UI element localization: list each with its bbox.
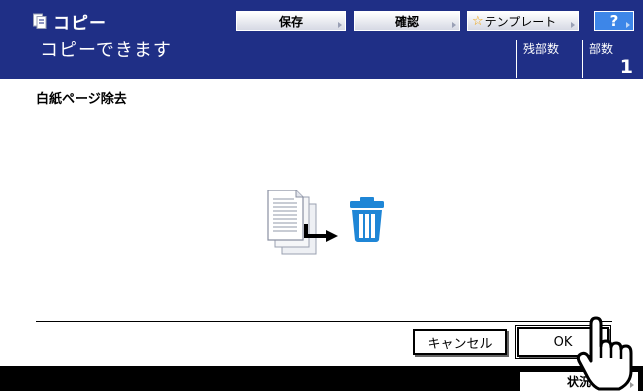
copies-value: 1 (619, 56, 633, 78)
copies-label: 部数 (589, 42, 614, 56)
cancel-button[interactable]: キャンセル (413, 329, 507, 355)
ok-button-label: OK (553, 334, 573, 350)
check-button[interactable]: 確認 (354, 11, 460, 31)
app-title: コピー (53, 14, 107, 34)
save-button[interactable]: 保存 (236, 11, 346, 31)
footer-bar: 状況 (0, 366, 643, 391)
cancel-button-label: キャンセル (427, 336, 493, 352)
copier-icon (33, 13, 47, 29)
template-button[interactable]: ☆ テンプレート (467, 11, 579, 31)
remaining-label: 残部数 (523, 42, 560, 56)
save-button-label: 保存 (278, 14, 303, 29)
divider (36, 321, 612, 322)
trash-can-icon (350, 197, 384, 242)
pages-icon (267, 190, 317, 255)
main-panel: 白紙ページ除去 キャンセル OK (0, 79, 643, 366)
template-button-label: テンプレート (484, 14, 557, 29)
corner-arrow-icon (571, 22, 575, 28)
remaining-counter: 残部数 (516, 40, 577, 78)
star-icon: ☆ (472, 13, 484, 29)
header-bar: コピー コピーできます 保存 確認 ☆ テンプレート ? 残部数 部数 1 (0, 0, 643, 79)
corner-arrow-icon (452, 22, 456, 28)
corner-arrow-icon (338, 22, 342, 28)
copies-counter: 部数 1 (582, 40, 637, 78)
check-button-label: 確認 (394, 14, 419, 29)
status-message: コピーできます (40, 40, 172, 61)
corner-arrow-icon (626, 22, 630, 28)
pointing-hand-icon (576, 316, 633, 391)
help-button[interactable]: ? (594, 11, 634, 31)
help-icon: ? (609, 12, 619, 30)
function-title: 白紙ページ除去 (36, 92, 127, 107)
blank-page-removal-icon (267, 190, 384, 255)
